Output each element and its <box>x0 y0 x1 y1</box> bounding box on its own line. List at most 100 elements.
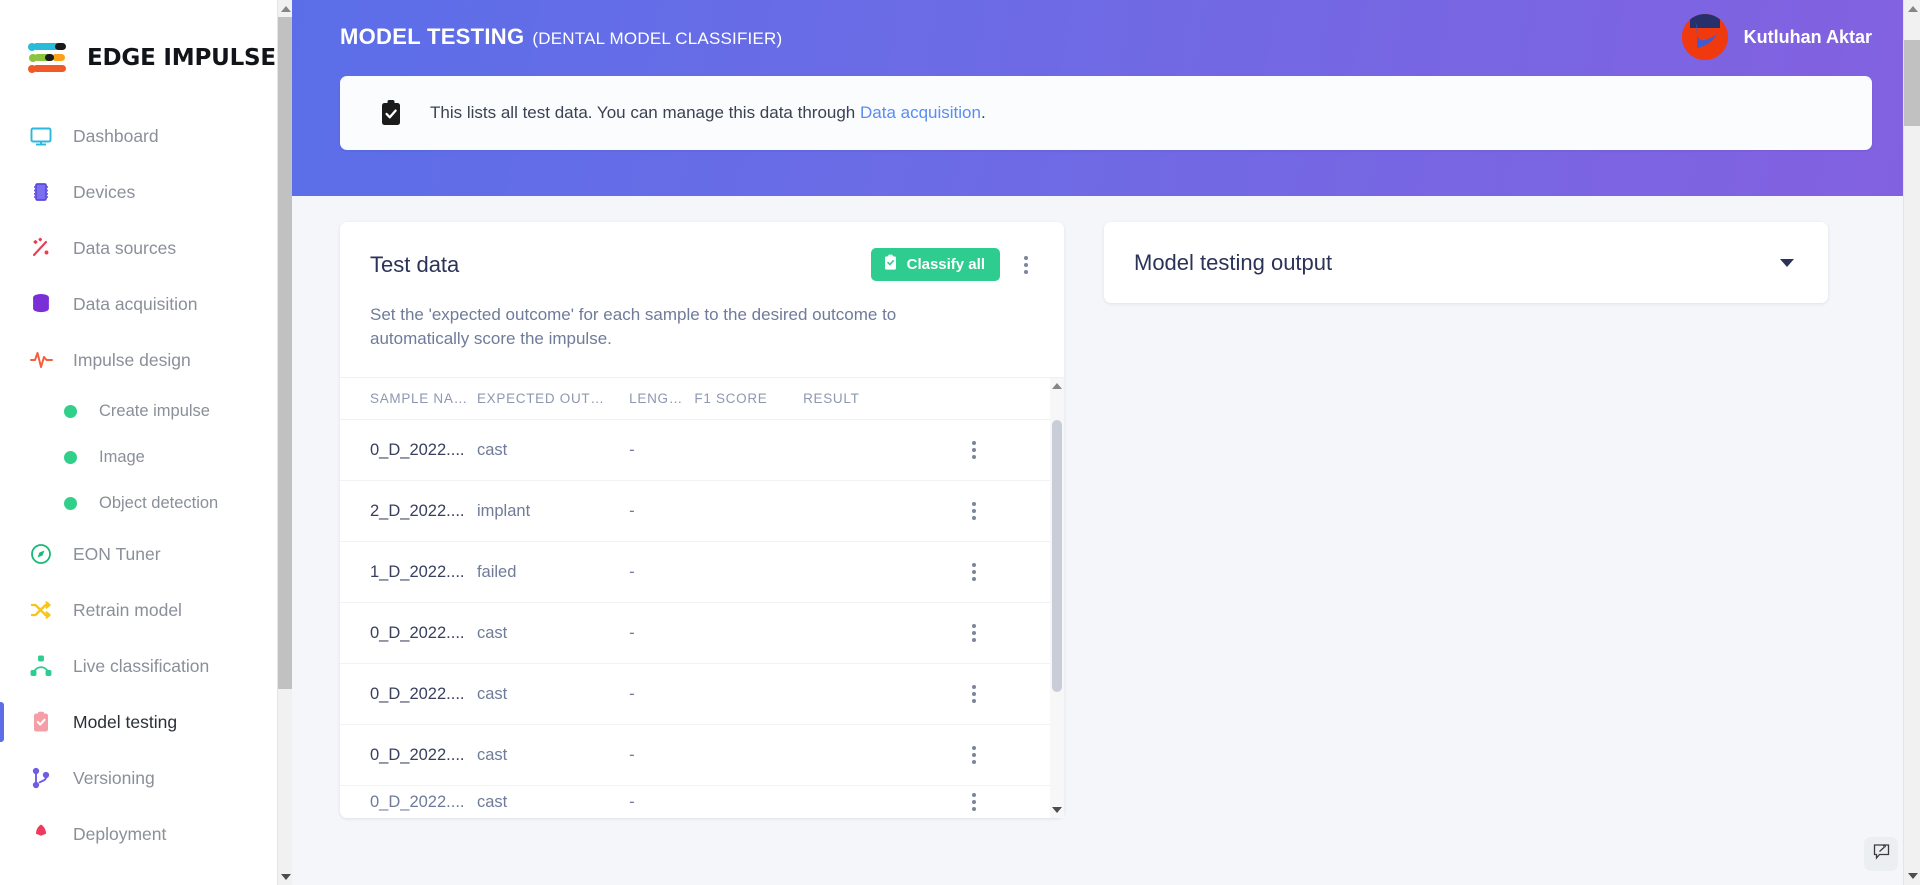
model-testing-output-card: Model testing output <box>1104 222 1828 303</box>
test-data-table-wrap: SAMPLE NA… EXPECTED OUT… LENG… F1 SCORE … <box>340 377 1064 818</box>
page-scroll-down-arrow-icon[interactable] <box>1904 867 1920 885</box>
cell-expected-outcome[interactable]: failed <box>476 541 630 604</box>
cell-sample-name: 2_D_2022.... <box>340 480 477 543</box>
column-f1-score[interactable]: F1 SCORE <box>694 378 804 421</box>
green-dot-icon <box>64 496 77 510</box>
monitor-icon <box>28 123 54 149</box>
classify-all-button[interactable]: Classify all <box>870 248 1000 281</box>
sidebar: EDGE IMPULSE Dashboard Devices Data sour… <box>0 0 292 885</box>
sidebar-item-impulse-design[interactable]: Impulse design <box>0 332 292 388</box>
table-row[interactable]: 0_D_2022.... cast - <box>340 724 1064 787</box>
table-scroll-up-arrow-icon[interactable] <box>1050 378 1064 394</box>
cell-result <box>803 480 967 543</box>
sidebar-item-label: Image <box>99 447 145 466</box>
rocket-icon <box>28 821 54 847</box>
sidebar-item-label: Data sources <box>73 237 177 258</box>
sidebar-item-dashboard[interactable]: Dashboard <box>0 108 292 164</box>
page-scroll-up-arrow-icon[interactable] <box>1904 0 1920 18</box>
scrollbar-thumb[interactable] <box>278 17 292 689</box>
data-acquisition-link[interactable]: Data acquisition <box>860 103 981 122</box>
cell-expected-outcome[interactable]: cast <box>476 602 630 665</box>
table-scroll-down-arrow-icon[interactable] <box>1050 802 1064 818</box>
kebab-menu-icon[interactable] <box>1018 252 1034 278</box>
scroll-up-arrow-icon[interactable] <box>278 0 292 17</box>
sidebar-item-label: Live classification <box>73 655 210 676</box>
table-header-row: SAMPLE NA… EXPECTED OUT… LENG… F1 SCORE … <box>340 378 1064 421</box>
sidebar-item-data-sources[interactable]: Data sources <box>0 220 292 276</box>
sidebar-item-devices[interactable]: Devices <box>0 164 292 220</box>
page-scrollbar[interactable] <box>1903 0 1920 885</box>
column-sample-name[interactable]: SAMPLE NA… <box>340 378 477 421</box>
feedback-widget-button[interactable] <box>1864 837 1898 871</box>
page-header: MODEL TESTING (DENTAL MODEL CLASSIFIER) … <box>292 0 1920 196</box>
brand-name: EDGE IMPULSE <box>87 45 276 71</box>
cell-f1-score <box>694 419 804 482</box>
brand-logo[interactable]: EDGE IMPULSE <box>0 0 292 86</box>
cell-result <box>803 602 967 665</box>
table-row[interactable]: 2_D_2022.... implant - <box>340 480 1064 543</box>
table-row[interactable]: 1_D_2022.... failed - <box>340 541 1064 604</box>
sidebar-item-retrain-model[interactable]: Retrain model <box>0 582 292 638</box>
test-data-actions: Classify all <box>870 248 1034 281</box>
sidebar-item-live-classification[interactable]: Live classification <box>0 638 292 694</box>
page-title-project: (DENTAL MODEL CLASSIFIER) <box>532 29 783 48</box>
pulse-icon <box>28 347 54 373</box>
cell-length: - <box>629 663 695 726</box>
table-row[interactable]: 0_D_2022.... cast - <box>340 419 1064 482</box>
sidebar-item-label: Devices <box>73 181 136 202</box>
table-body: 0_D_2022.... cast - 2_D_2022.... implant… <box>340 419 1064 818</box>
table-row[interactable]: 0_D_2022.... cast - <box>340 602 1064 665</box>
clipboard-check-icon <box>28 709 54 735</box>
column-expected-outcome[interactable]: EXPECTED OUT… <box>476 378 630 421</box>
database-icon <box>28 291 54 317</box>
user-name: Kutluhan Aktar <box>1743 26 1872 47</box>
page-scrollbar-thumb[interactable] <box>1904 40 1920 126</box>
clipboard-check-icon <box>883 254 898 275</box>
sidebar-scrollbar[interactable] <box>277 0 292 885</box>
cell-length: - <box>629 419 695 482</box>
git-branch-icon <box>28 765 54 791</box>
table-scrollbar-thumb[interactable] <box>1052 420 1062 693</box>
scroll-down-arrow-icon[interactable] <box>278 868 292 885</box>
sidebar-item-data-acquisition[interactable]: Data acquisition <box>0 276 292 332</box>
table-row[interactable]: 0_D_2022.... cast - <box>340 663 1064 726</box>
cell-expected-outcome[interactable]: cast <box>476 724 630 787</box>
test-data-table: SAMPLE NA… EXPECTED OUT… LENG… F1 SCORE … <box>340 378 1064 818</box>
table-scrollbar[interactable] <box>1050 378 1064 818</box>
column-length[interactable]: LENG… <box>629 378 695 421</box>
page-title-main: MODEL TESTING <box>340 24 525 49</box>
model-testing-output-header[interactable]: Model testing output <box>1104 222 1828 303</box>
cell-length: - <box>629 541 695 604</box>
info-banner-text-before: This lists all test data. You can manage… <box>430 103 860 122</box>
user-menu[interactable]: Kutluhan Aktar <box>1681 14 1872 60</box>
column-result[interactable]: RESULT <box>803 378 967 421</box>
sidebar-item-object-detection[interactable]: Object detection <box>0 480 292 526</box>
cell-f1-score <box>694 786 803 818</box>
avatar <box>1681 14 1728 60</box>
sidebar-item-deployment[interactable]: Deployment <box>0 806 292 862</box>
green-dot-icon <box>64 404 77 418</box>
sidebar-item-label: Create impulse <box>99 401 210 420</box>
cell-sample-name: 0_D_2022.... <box>370 792 465 811</box>
cell-result <box>803 724 967 787</box>
info-banner: This lists all test data. You can manage… <box>340 76 1872 150</box>
test-data-card-header: Test data Classify all <box>340 222 1064 303</box>
cell-expected-outcome[interactable]: cast <box>477 786 629 818</box>
sidebar-item-label: Impulse design <box>73 349 191 370</box>
cell-expected-outcome[interactable]: cast <box>476 663 630 726</box>
sidebar-item-versioning[interactable]: Versioning <box>0 750 292 806</box>
cell-result <box>803 419 967 482</box>
cell-length: - <box>629 480 695 543</box>
magic-wand-icon <box>28 235 54 261</box>
sidebar-item-model-testing[interactable]: Model testing <box>0 694 292 750</box>
compass-icon <box>28 541 54 567</box>
cell-result <box>803 786 966 818</box>
sidebar-item-label: Deployment <box>73 823 167 844</box>
sidebar-item-create-impulse[interactable]: Create impulse <box>0 388 292 434</box>
table-row[interactable]: 0_D_2022.... cast - <box>340 786 1064 818</box>
cell-expected-outcome[interactable]: implant <box>476 480 630 543</box>
chevron-down-icon[interactable] <box>1780 258 1794 267</box>
cell-expected-outcome[interactable]: cast <box>476 419 630 482</box>
sidebar-item-eon-tuner[interactable]: EON Tuner <box>0 526 292 582</box>
sidebar-item-image[interactable]: Image <box>0 434 292 480</box>
